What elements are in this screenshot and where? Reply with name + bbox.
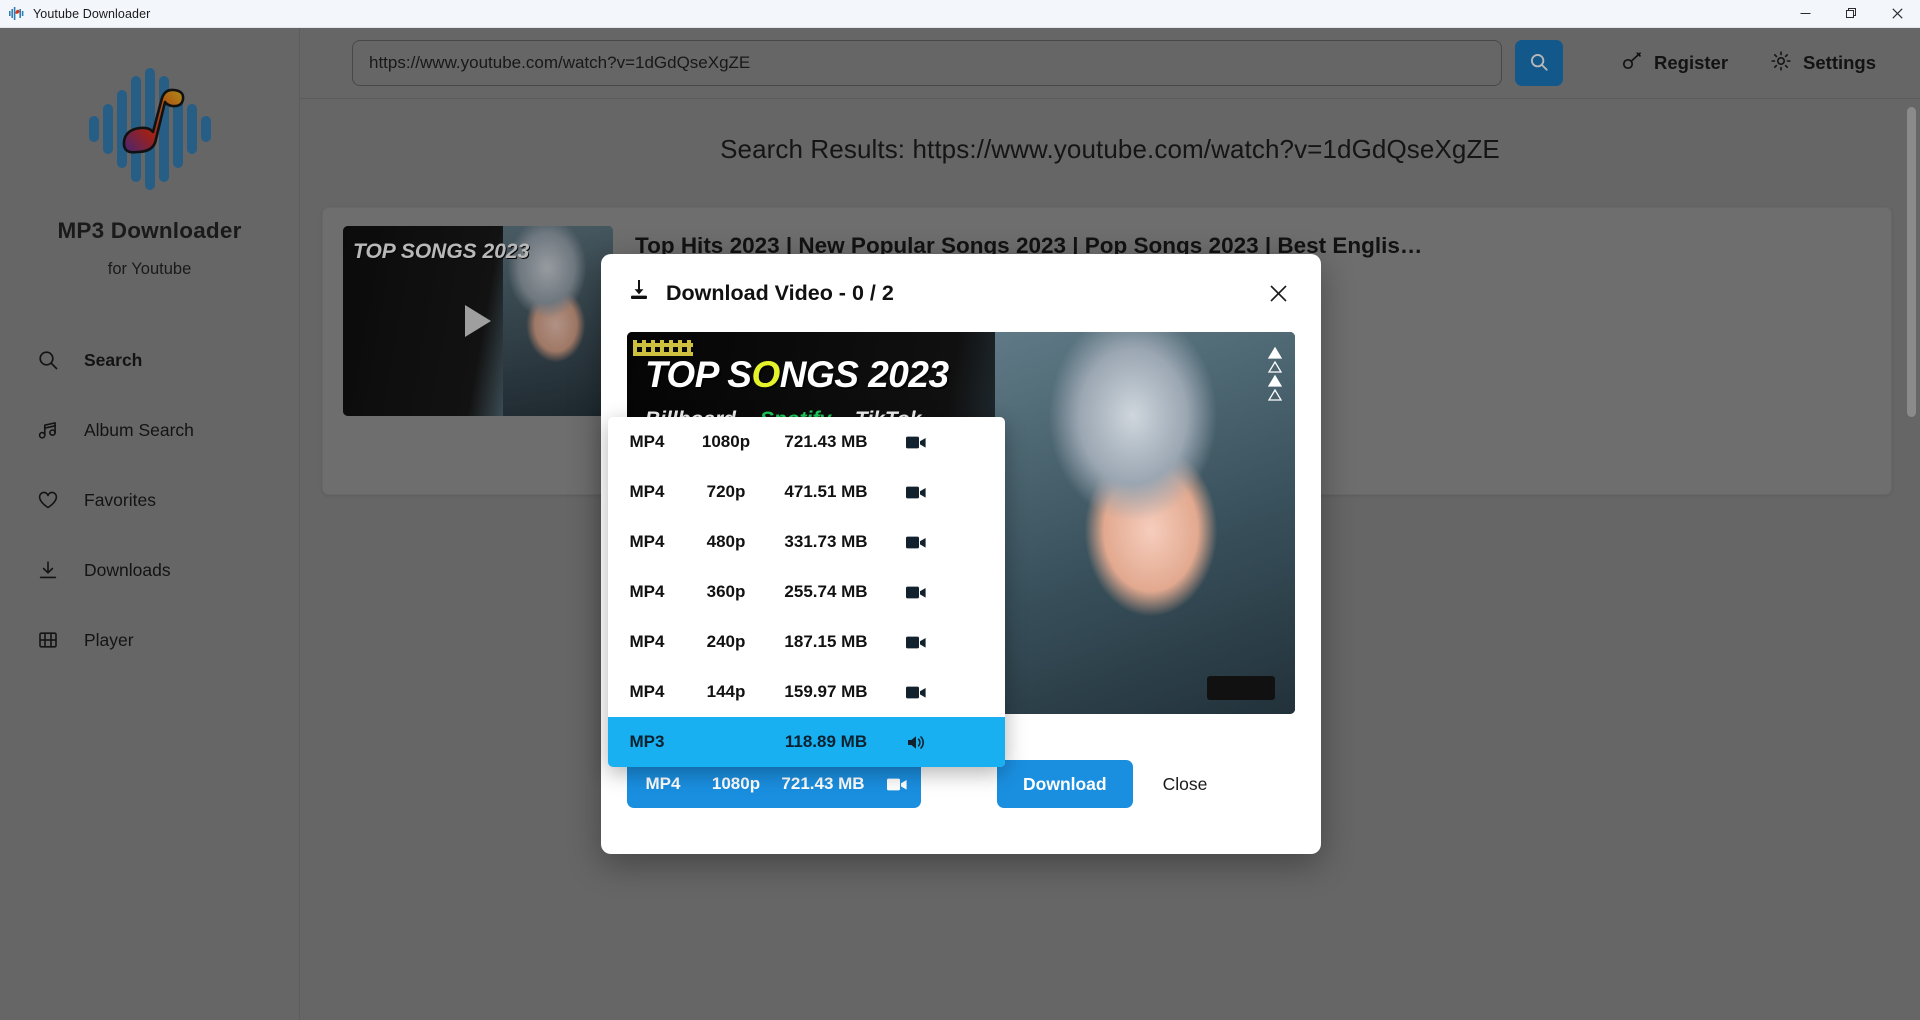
video-camera-icon xyxy=(886,635,946,650)
maximize-restore-button[interactable] xyxy=(1828,0,1874,28)
quality-options-dropdown[interactable]: MP4 1080p 721.43 MB MP4 720p 471.51 MB M… xyxy=(608,417,1005,767)
window-title: Youtube Downloader xyxy=(33,6,151,21)
preview-arrows-decor xyxy=(1267,346,1283,410)
option-format: MP4 xyxy=(629,632,665,651)
preview-badge-decor xyxy=(1207,676,1275,700)
minimize-button[interactable] xyxy=(1782,0,1828,28)
preview-image xyxy=(995,332,1295,714)
selected-format-dropdown[interactable]: MP4 1080p 721.43 MB xyxy=(627,760,921,808)
option-format: MP4 xyxy=(629,482,665,501)
option-quality: 144p xyxy=(706,682,746,701)
option-quality: 240p xyxy=(706,632,746,651)
quality-option-mp3[interactable]: MP3 118.89 MB xyxy=(608,717,1005,767)
option-format: MP4 xyxy=(629,432,665,451)
headline-part-b: NGS 2023 xyxy=(779,354,949,395)
video-camera-icon xyxy=(886,685,946,700)
video-camera-icon xyxy=(886,535,946,550)
app-shell: MP3 Downloader for Youtube Search Album … xyxy=(0,28,1920,1020)
quality-option[interactable]: MP4 1080p 721.43 MB xyxy=(608,417,1005,467)
option-size: 331.73 MB xyxy=(784,532,868,551)
option-size: 255.74 MB xyxy=(784,582,868,601)
selected-quality: 1080p xyxy=(711,774,761,793)
headline-highlight: O xyxy=(751,354,780,395)
option-format: MP3 xyxy=(629,732,665,751)
modal-title: Download Video - 0 / 2 xyxy=(666,280,894,305)
video-camera-icon xyxy=(886,435,946,450)
modal-title-row: Download Video - 0 / 2 xyxy=(627,278,894,308)
quality-option[interactable]: MP4 144p 159.97 MB xyxy=(608,667,1005,717)
option-size: 187.15 MB xyxy=(784,632,868,651)
title-bar: Youtube Downloader xyxy=(0,0,1920,28)
close-window-button[interactable] xyxy=(1874,0,1920,28)
preview-headline: TOP SONGS 2023 xyxy=(645,354,949,396)
modal-header: Download Video - 0 / 2 xyxy=(601,254,1321,332)
video-camera-icon xyxy=(886,585,946,600)
video-camera-icon xyxy=(873,777,921,792)
download-button[interactable]: Download xyxy=(997,760,1133,808)
option-size: 118.89 MB xyxy=(784,732,868,751)
quality-option[interactable]: MP4 360p 255.74 MB xyxy=(608,567,1005,617)
quality-option[interactable]: MP4 240p 187.15 MB xyxy=(608,617,1005,667)
quality-option[interactable]: MP4 720p 471.51 MB xyxy=(608,467,1005,517)
video-camera-icon xyxy=(886,485,946,500)
option-quality: 1080p xyxy=(701,432,751,451)
selected-format: MP4 xyxy=(645,774,681,793)
option-size: 721.43 MB xyxy=(784,432,868,451)
option-size: 159.97 MB xyxy=(784,682,868,701)
close-icon[interactable] xyxy=(1261,276,1295,310)
selected-size: 721.43 MB xyxy=(781,774,865,793)
headline-part-a: TOP S xyxy=(645,354,752,395)
option-format: MP4 xyxy=(629,532,665,551)
option-quality: 360p xyxy=(706,582,746,601)
option-size: 471.51 MB xyxy=(784,482,868,501)
speaker-icon xyxy=(886,734,946,751)
download-icon xyxy=(627,278,651,308)
close-button[interactable]: Close xyxy=(1163,774,1208,795)
option-format: MP4 xyxy=(629,582,665,601)
app-icon xyxy=(8,5,25,22)
option-quality: 720p xyxy=(706,482,746,501)
option-quality: 480p xyxy=(706,532,746,551)
quality-option[interactable]: MP4 480p 331.73 MB xyxy=(608,517,1005,567)
option-format: MP4 xyxy=(629,682,665,701)
